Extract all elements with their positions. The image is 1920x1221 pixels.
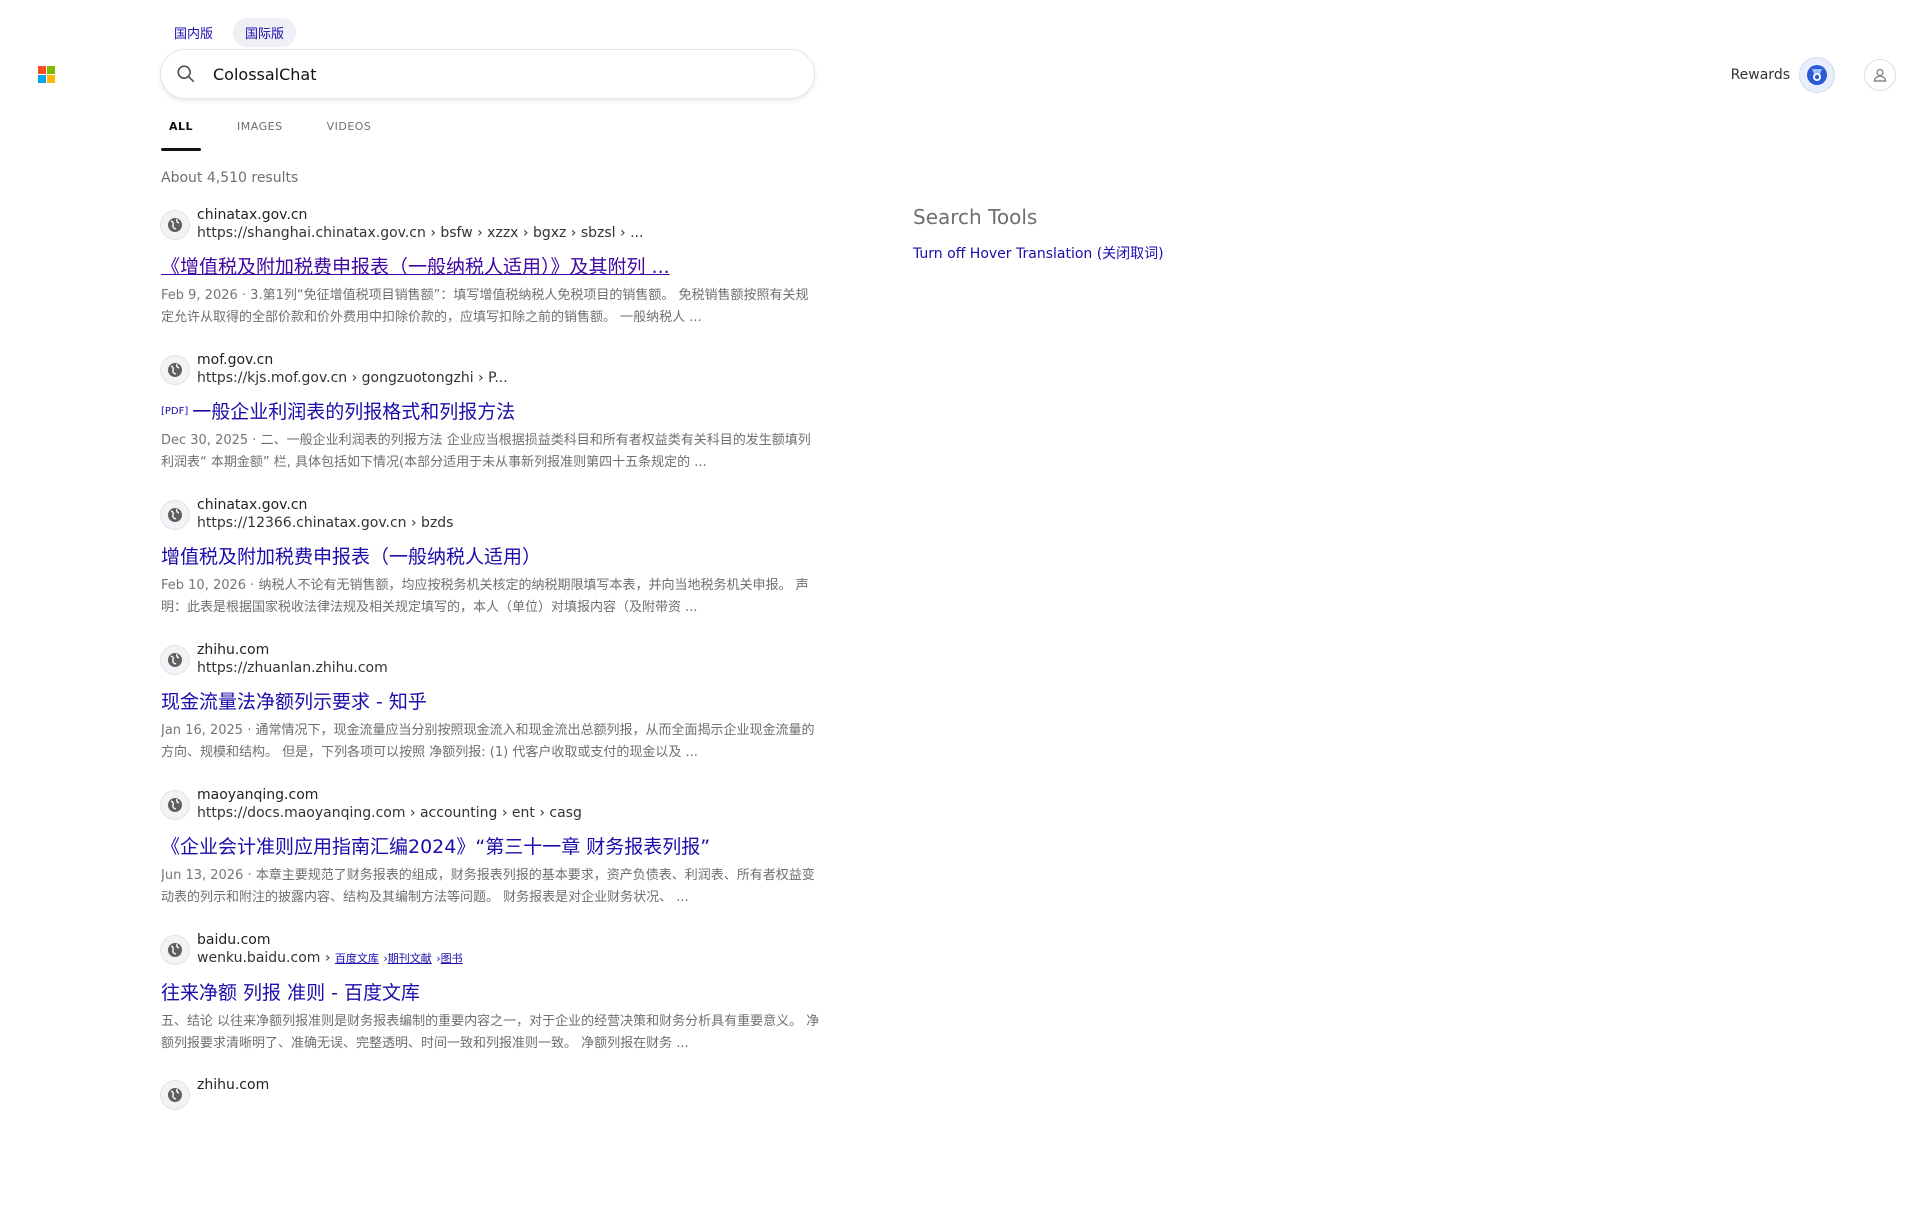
search-result: baidu.com wenku.baidu.com › 百度文库 ›期刊文献 ›… (161, 931, 821, 1076)
result-title-link[interactable]: 增值税及附加税费申报表（一般纳税人适用） (161, 542, 821, 569)
microsoft-logo-icon[interactable] (38, 66, 56, 84)
snippet-text: 通常情况下，现金流量应当分别按照现金流入和现金流出总额列报，从而全面揭示企业现金… (161, 723, 815, 760)
search-input[interactable] (211, 63, 775, 85)
snippet-text: 本章主要规范了财务报表的组成，财务报表列报的基本要求，资产负债表、利润表、所有者… (161, 868, 815, 905)
globe-icon (161, 356, 189, 384)
result-snippet: Dec 30, 2025 · 二、一般企业利润表的列报方法 企业应当根据损益类科… (161, 430, 821, 474)
globe-icon (161, 646, 189, 674)
search-result: mof.gov.cn https://kjs.mof.gov.cn › gong… (161, 351, 821, 496)
snippet-text: 纳税人不论有无销售额，均应按税务机关核定的纳税期限填写本表，并向当地税务机关申报… (161, 578, 809, 615)
tab-images[interactable]: IMAGES (229, 118, 291, 151)
search-result: maoyanqing.com https://docs.maoyanqing.c… (161, 786, 821, 931)
result-title-text: 一般企业利润表的列报格式和列报方法 (192, 401, 516, 423)
globe-icon (161, 791, 189, 819)
snippet-text: 3.第1列“免征增值税项目销售额”：填写增值税纳税人免税项目的销售额。 免税销售… (161, 288, 809, 325)
site-url[interactable]: https://docs.maoyanqing.com › accounting… (197, 804, 582, 822)
market-tabs: 国内版 国际版 (162, 18, 297, 47)
search-tools-panel: Search Tools Turn off Hover Translation … (913, 205, 1164, 263)
result-date: Jun 13, 2026 · (161, 868, 256, 883)
globe-icon (161, 211, 189, 239)
site-name[interactable]: zhihu.com (197, 1076, 269, 1094)
tab-all[interactable]: ALL (161, 118, 202, 151)
tab-domestic[interactable]: 国内版 (162, 18, 225, 47)
site-name[interactable]: baidu.com (197, 931, 463, 949)
breadcrumb-link[interactable]: 期刊文献 (388, 952, 432, 965)
rewards-button[interactable] (1800, 58, 1834, 92)
site-url[interactable]: https://shanghai.chinatax.gov.cn › bsfw … (197, 224, 643, 242)
pdf-tag: [PDF] (161, 406, 189, 417)
globe-icon (161, 1081, 189, 1109)
url-host[interactable]: wenku.baidu.com › (197, 950, 335, 966)
globe-icon (161, 501, 189, 529)
site-url[interactable]: https://12366.chinatax.gov.cn › bzds (197, 514, 453, 532)
rewards-label[interactable]: Rewards (1731, 67, 1790, 83)
search-result: zhihu.com https://zhuanlan.zhihu.com 现金流… (161, 641, 821, 786)
scope-tabs: ALL IMAGES VIDEOS (161, 118, 407, 151)
result-date: Dec 30, 2025 · (161, 433, 261, 448)
breadcrumb-link[interactable]: 百度文库 (335, 952, 379, 965)
site-name[interactable]: chinatax.gov.cn (197, 496, 453, 514)
snippet-text: 五、结论 以往来净额列报准则是财务报表编制的重要内容之一，对于企业的经营决策和财… (161, 1014, 820, 1051)
result-snippet: 五、结论 以往来净额列报准则是财务报表编制的重要内容之一，对于企业的经营决策和财… (161, 1011, 821, 1055)
tab-international[interactable]: 国际版 (233, 18, 297, 47)
rewards-medal-icon (1807, 65, 1827, 85)
result-title-link[interactable]: 往来净额 列报 准则 - 百度文库 (161, 978, 821, 1005)
result-date: Feb 10, 2026 · (161, 578, 259, 593)
site-name[interactable]: zhihu.com (197, 641, 388, 659)
results-list: chinatax.gov.cn https://shanghai.chinata… (161, 206, 821, 1221)
tab-videos[interactable]: VIDEOS (319, 118, 380, 151)
hover-translation-toggle-link[interactable]: Turn off Hover Translation (关闭取词) (913, 243, 1164, 263)
site-name[interactable]: chinatax.gov.cn (197, 206, 643, 224)
result-title-link[interactable]: 《企业会计准则应用指南汇编2024》“第三十一章 财务报表列报” (161, 832, 821, 859)
site-name[interactable]: mof.gov.cn (197, 351, 508, 369)
search-result: chinatax.gov.cn https://12366.chinatax.g… (161, 496, 821, 641)
result-snippet: Jun 13, 2026 · 本章主要规范了财务报表的组成，财务报表列报的基本要… (161, 865, 821, 909)
search-box (161, 50, 814, 98)
breadcrumb-link[interactable]: 图书 (441, 952, 463, 965)
search-result: chinatax.gov.cn https://shanghai.chinata… (161, 206, 821, 351)
result-date: Feb 9, 2026 · (161, 288, 251, 303)
result-title-link[interactable]: 《增值税及附加税费申报表（一般纳税人适用）》及其附列 ... (161, 252, 821, 279)
search-result: zhihu.com (161, 1076, 821, 1221)
result-date: Jan 16, 2025 · (161, 723, 256, 738)
header-actions: Rewards (1731, 58, 1896, 92)
site-name[interactable]: maoyanqing.com (197, 786, 582, 804)
search-tools-title: Search Tools (913, 205, 1038, 229)
result-snippet: Feb 9, 2026 · 3.第1列“免征增值税项目销售额”：填写增值税纳税人… (161, 285, 821, 329)
user-avatar-button[interactable] (1864, 59, 1896, 91)
globe-icon (161, 936, 189, 964)
site-url[interactable]: https://zhuanlan.zhihu.com (197, 659, 388, 677)
result-snippet: Feb 10, 2026 · 纳税人不论有无销售额，均应按税务机关核定的纳税期限… (161, 575, 821, 619)
result-snippet: Jan 16, 2025 · 通常情况下，现金流量应当分别按照现金流入和现金流出… (161, 720, 821, 764)
user-icon (1873, 68, 1887, 82)
result-count: About 4,510 results (161, 170, 299, 186)
site-url: wenku.baidu.com › 百度文库 ›期刊文献 ›图书 (197, 949, 463, 968)
site-url[interactable]: https://kjs.mof.gov.cn › gongzuotongzhi … (197, 369, 508, 387)
result-title-link[interactable]: 现金流量法净额列示要求 - 知乎 (161, 687, 821, 714)
search-icon[interactable] (175, 63, 197, 85)
result-title-link[interactable]: [PDF] 一般企业利润表的列报格式和列报方法 (161, 397, 821, 424)
